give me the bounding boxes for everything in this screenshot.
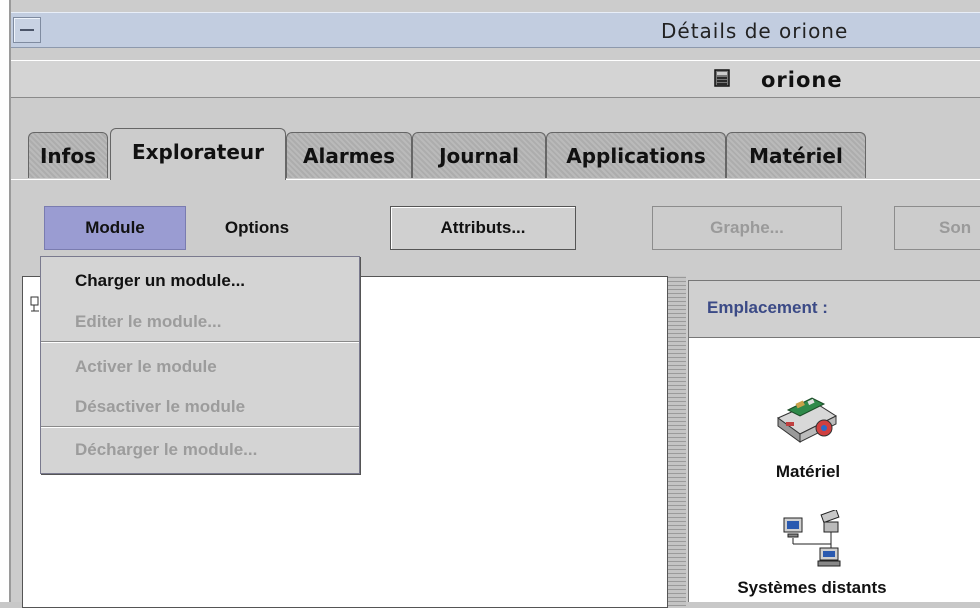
attributs-button[interactable]: Attributs... — [390, 206, 576, 250]
tab-applications[interactable]: Applications — [546, 132, 726, 178]
host-icon — [714, 69, 730, 87]
graphe-button[interactable]: Graphe... — [652, 206, 842, 250]
window-menu-button[interactable] — [13, 17, 41, 43]
location-bar: Emplacement : — [688, 280, 980, 338]
location-label: Emplacement : — [707, 298, 828, 317]
minus-icon — [20, 29, 34, 31]
tab-explorateur[interactable]: Explorateur — [110, 128, 286, 180]
son-button[interactable]: Son — [894, 206, 980, 250]
tree-node-icon — [30, 296, 39, 312]
window-title: Détails de orione — [661, 19, 849, 43]
title-bar[interactable]: Détails de orione — [11, 12, 980, 48]
menu-item-decharger-module: Décharger le module... — [75, 440, 258, 459]
tab-bar: Infos Explorateur Alarmes Journal Applic… — [28, 128, 980, 180]
tab-infos[interactable]: Infos — [28, 132, 108, 178]
remote-systems-label[interactable]: Systèmes distants — [722, 578, 902, 598]
hardware-icon[interactable] — [774, 388, 844, 446]
options-menu-button[interactable]: Options — [186, 206, 328, 250]
menu-separator — [41, 426, 359, 428]
host-header: orione — [11, 60, 980, 98]
remote-systems-icon[interactable] — [782, 510, 848, 568]
menu-item-charger-module[interactable]: Charger un module... — [75, 271, 245, 291]
hardware-label[interactable]: Matériel — [760, 462, 856, 482]
host-name: orione — [761, 68, 843, 92]
menu-item-desactiver-module: Désactiver le module — [75, 397, 246, 416]
split-pane-divider[interactable] — [668, 276, 686, 606]
menu-item-activer-module: Activer le module — [75, 357, 217, 376]
module-menu-button[interactable]: Module — [44, 206, 186, 250]
menu-item-editer-module: Editer le module... — [75, 312, 222, 331]
menu-separator — [41, 341, 359, 343]
module-dropdown-menu: Charger un module... Editer le module...… — [40, 256, 360, 474]
tab-alarmes[interactable]: Alarmes — [286, 132, 412, 178]
tab-journal[interactable]: Journal — [412, 132, 546, 178]
tab-materiel[interactable]: Matériel — [726, 132, 866, 178]
